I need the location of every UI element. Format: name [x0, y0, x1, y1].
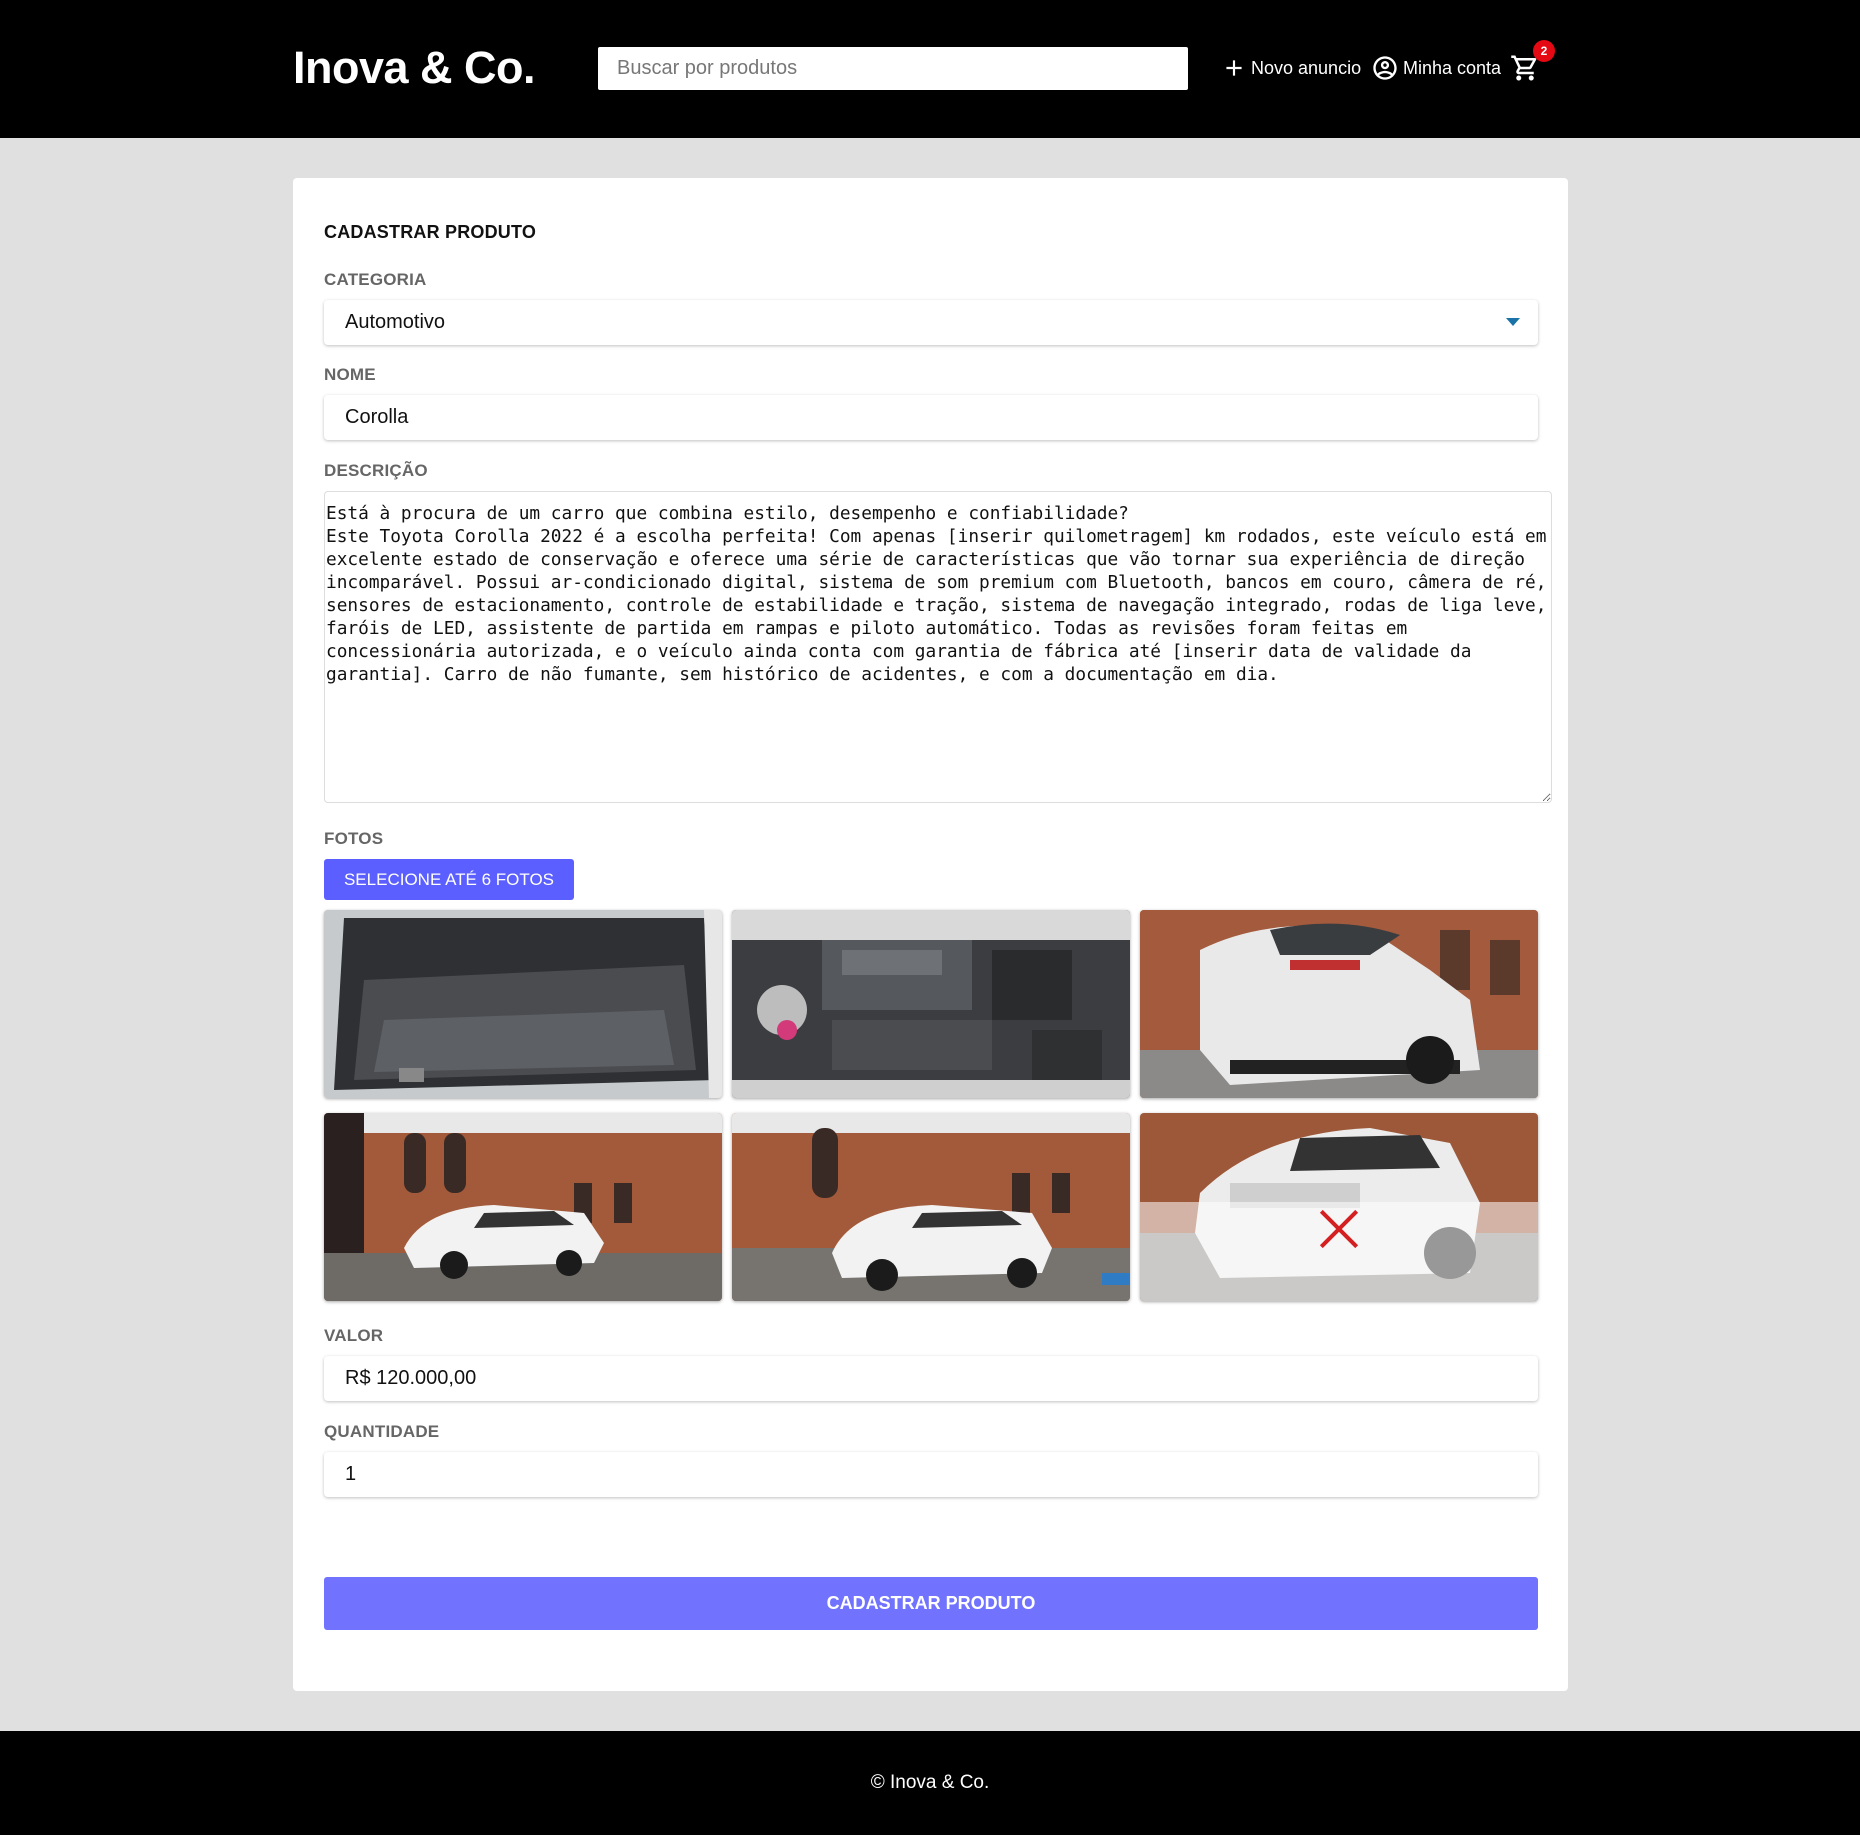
search-input[interactable]: [598, 47, 1188, 90]
quantity-field[interactable]: [324, 1452, 1538, 1497]
description-label: DESCRIÇÃO: [324, 461, 428, 480]
price-label: VALOR: [324, 1326, 384, 1345]
account-label: Minha conta: [1403, 57, 1502, 78]
price-input[interactable]: [345, 1367, 1538, 1390]
dropdown-arrow-icon: [1506, 318, 1520, 326]
top-navbar: Inova & Co. Novo anuncio Minha conta 2: [0, 0, 1860, 138]
plus-icon: [1226, 60, 1242, 76]
new-listing-link[interactable]: Novo anuncio: [1221, 52, 1361, 84]
product-form-card: CADASTRAR PRODUTO CATEGORIA Automotivo N…: [293, 178, 1568, 1691]
select-photos-button[interactable]: SELECIONE ATÉ 6 FOTOS: [324, 859, 574, 900]
account-link[interactable]: Minha conta: [1371, 52, 1501, 84]
category-value: Automotivo: [345, 311, 446, 333]
brand-logo[interactable]: Inova & Co.: [293, 42, 536, 94]
price-field[interactable]: [324, 1356, 1538, 1401]
new-listing-label: Novo anuncio: [1251, 57, 1362, 78]
search-bar[interactable]: [598, 47, 1188, 90]
rear-photo[interactable]: [1140, 910, 1538, 1098]
description-textarea[interactable]: Está à procura de um carro que combina e…: [324, 491, 1552, 803]
quantity-input[interactable]: [345, 1463, 1538, 1486]
side-photo-2[interactable]: [732, 1113, 1130, 1301]
footer: © Inova & Co.: [0, 1731, 1860, 1835]
name-field[interactable]: [324, 395, 1538, 440]
submit-product-button[interactable]: CADASTRAR PRODUTO: [324, 1577, 1538, 1630]
remove-photo-button[interactable]: [1140, 1202, 1538, 1301]
account-circle-icon: [1373, 56, 1397, 80]
category-select[interactable]: Automotivo: [324, 300, 1538, 345]
name-label: NOME: [324, 365, 376, 384]
quantity-label: QUANTIDADE: [324, 1422, 440, 1441]
category-label: CATEGORIA: [324, 270, 427, 289]
name-input[interactable]: [345, 406, 1538, 429]
engine-photo[interactable]: [732, 910, 1130, 1098]
photos-label: FOTOS: [324, 829, 384, 848]
front-photo[interactable]: [1140, 1113, 1538, 1301]
form-title: CADASTRAR PRODUTO: [324, 222, 537, 242]
trunk-photo[interactable]: [324, 910, 722, 1098]
cart-count-badge: 2: [1533, 40, 1555, 62]
side-photo-1[interactable]: [324, 1113, 722, 1301]
footer-copyright: © Inova & Co.: [870, 1772, 990, 1793]
